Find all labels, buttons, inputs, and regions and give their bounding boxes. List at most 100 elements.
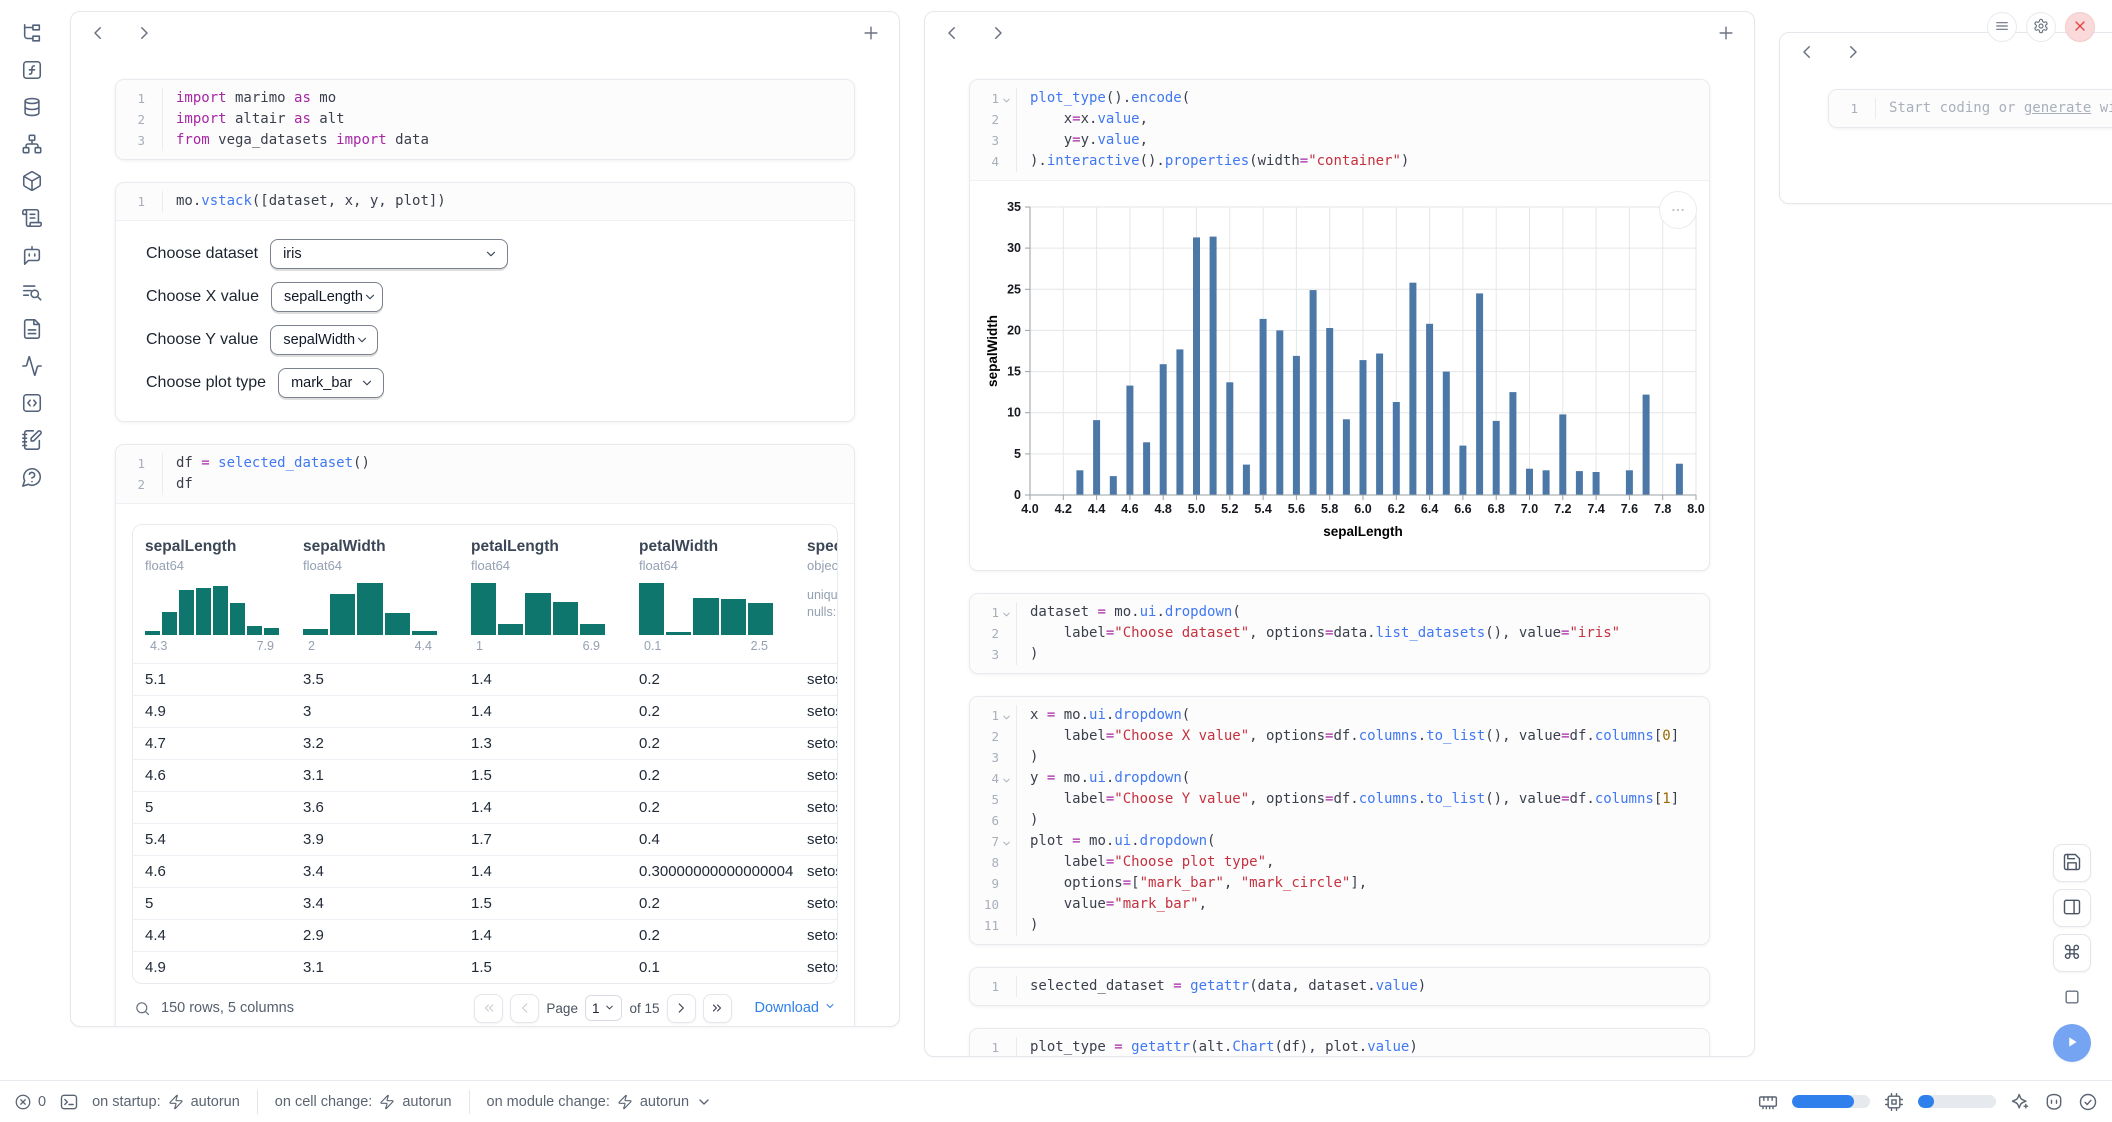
cell-editor[interactable]: 1df = selected_dataset()2df bbox=[116, 445, 854, 503]
chart-actions-button[interactable] bbox=[1659, 191, 1697, 229]
cell-editor[interactable]: 1x = mo.ui.dropdown(2 label="Choose X va… bbox=[970, 697, 1709, 944]
cell-editor[interactable]: 1plot_type().encode(2 x=x.value,3 y=y.va… bbox=[970, 80, 1709, 180]
database-icon[interactable] bbox=[21, 96, 43, 118]
cell-editor[interactable]: 1plot_type = getattr(alt.Chart(df), plot… bbox=[970, 1029, 1709, 1057]
y-value-select[interactable]: sepalWidth bbox=[270, 325, 378, 355]
code-square-icon[interactable] bbox=[21, 392, 43, 414]
search-icon[interactable] bbox=[134, 1000, 151, 1017]
package-icon[interactable] bbox=[21, 170, 43, 192]
column-max: 4.4 bbox=[415, 639, 432, 653]
copilot-icon[interactable] bbox=[2044, 1092, 2064, 1112]
cell-editor[interactable]: 1selected_dataset = getattr(data, datase… bbox=[970, 968, 1709, 1005]
cell-editor[interactable]: 1dataset = mo.ui.dropdown(2 label="Choos… bbox=[970, 594, 1709, 673]
on-module-change-setting[interactable]: on module change:autorun bbox=[487, 1094, 713, 1110]
menu-button[interactable] bbox=[1987, 12, 2017, 42]
keyboard-shortcuts-button[interactable]: ⌘ bbox=[2053, 934, 2091, 972]
svg-text:5.0: 5.0 bbox=[1188, 502, 1205, 516]
on-startup-setting[interactable]: on startup:autorun bbox=[92, 1094, 240, 1110]
dependency-graph-icon[interactable] bbox=[21, 133, 43, 155]
download-button[interactable]: Download bbox=[755, 1000, 837, 1016]
svg-text:4.6: 4.6 bbox=[1121, 502, 1138, 516]
panel-back-button[interactable] bbox=[943, 24, 961, 42]
table-cell: 4.9 bbox=[133, 703, 291, 720]
notebook-cell: 1x = mo.ui.dropdown(2 label="Choose X va… bbox=[969, 696, 1710, 945]
line-number: 5 bbox=[991, 789, 999, 810]
list-search-icon[interactable] bbox=[21, 281, 43, 303]
cell-editor[interactable]: 1mo.vstack([dataset, x, y, plot]) bbox=[116, 183, 854, 220]
chevron-right-icon bbox=[989, 30, 1007, 45]
x-value-select[interactable]: sepalLength bbox=[271, 282, 383, 312]
dropdown-row: Choose plot typemark_bar bbox=[146, 368, 834, 398]
next-page-button[interactable] bbox=[667, 994, 696, 1023]
settings-button[interactable] bbox=[2026, 12, 2056, 42]
svg-text:6.6: 6.6 bbox=[1454, 502, 1471, 516]
frame-button[interactable] bbox=[2053, 979, 2091, 1017]
fold-icon bbox=[1001, 606, 1015, 620]
svg-text:7.8: 7.8 bbox=[1654, 502, 1671, 516]
help-circle-icon[interactable] bbox=[21, 466, 43, 488]
column-max: 2.5 bbox=[751, 639, 768, 653]
dataset-select[interactable]: iris bbox=[270, 239, 508, 269]
table-column-header[interactable]: petalLengthfloat6416.9 bbox=[459, 538, 627, 663]
add-cell-button[interactable] bbox=[1716, 23, 1736, 43]
save-button[interactable] bbox=[2053, 844, 2091, 882]
close-button[interactable] bbox=[2065, 12, 2095, 42]
scroll-icon[interactable] bbox=[21, 207, 43, 229]
run-button[interactable] bbox=[2053, 1024, 2091, 1062]
notebook-pen-icon[interactable] bbox=[21, 429, 43, 451]
plot-type-select[interactable]: mark_bar bbox=[278, 368, 384, 398]
panel-forward-button[interactable] bbox=[1844, 43, 1862, 61]
line-number: 8 bbox=[991, 852, 999, 873]
add-cell-button[interactable] bbox=[861, 23, 881, 43]
activity-icon[interactable] bbox=[21, 355, 43, 377]
scratchpad-cell[interactable]: 1 Start coding or generate with AI bbox=[1828, 89, 2112, 128]
page-select[interactable]: 1 bbox=[585, 995, 623, 1021]
chevron-left-icon bbox=[89, 30, 107, 45]
panel-back-button[interactable] bbox=[89, 24, 107, 42]
last-page-button[interactable] bbox=[703, 994, 732, 1023]
code-line: 2df bbox=[116, 474, 854, 495]
document-icon[interactable] bbox=[21, 318, 43, 340]
table-column-header[interactable]: sepalLengthfloat644.37.9 bbox=[133, 538, 291, 663]
column-name: sepalLength bbox=[145, 538, 291, 556]
terminal-icon[interactable] bbox=[59, 1092, 79, 1112]
on-cell-change-setting[interactable]: on cell change:autorun bbox=[275, 1094, 452, 1110]
chat-bot-icon[interactable] bbox=[21, 244, 43, 266]
column-type: float64 bbox=[145, 558, 291, 573]
ai-sparkles-icon[interactable] bbox=[2010, 1092, 2030, 1112]
table-row: 4.931.40.2setosa bbox=[133, 695, 837, 727]
svg-text:sepalWidth: sepalWidth bbox=[985, 315, 1000, 387]
generate-link[interactable]: generate bbox=[2024, 100, 2091, 116]
line-number: 1 bbox=[137, 453, 145, 474]
prev-page-button[interactable] bbox=[510, 994, 539, 1023]
error-counter[interactable]: 0 bbox=[14, 1093, 46, 1111]
column-max: 6.9 bbox=[583, 639, 600, 653]
notebook-panel: 1import marimo as mo2import altair as al… bbox=[70, 11, 900, 1027]
table-column-header[interactable]: petalWidthfloat640.12.5 bbox=[627, 538, 795, 663]
table-cell: 3.6 bbox=[291, 799, 459, 816]
ram-icon bbox=[1758, 1092, 1778, 1112]
function-square-icon[interactable] bbox=[21, 59, 43, 81]
table-row: 53.61.40.2setosa bbox=[133, 791, 837, 823]
table-column-header[interactable]: sepalWidthfloat6424.4 bbox=[291, 538, 459, 663]
cell-editor[interactable]: 1import marimo as mo2import altair as al… bbox=[116, 80, 854, 159]
chart-output[interactable]: 4.04.24.44.64.85.05.25.45.65.86.06.26.46… bbox=[970, 180, 1709, 570]
column-histogram bbox=[303, 583, 437, 635]
panel-forward-button[interactable] bbox=[989, 24, 1007, 42]
connection-status-icon[interactable] bbox=[2078, 1092, 2098, 1112]
panel-back-button[interactable] bbox=[1798, 43, 1816, 61]
table-cell: 3.2 bbox=[291, 735, 459, 752]
table-cell: 0.2 bbox=[627, 895, 795, 912]
column-min: 1 bbox=[476, 639, 483, 653]
panel-forward-button[interactable] bbox=[135, 24, 153, 42]
table-cell: 4.6 bbox=[133, 767, 291, 784]
table-column-header[interactable]: speciesobjectunique:nulls: bbox=[795, 538, 837, 663]
svg-text:6.4: 6.4 bbox=[1421, 502, 1438, 516]
layout-toggle-button[interactable] bbox=[2053, 889, 2091, 927]
scratchpad-input[interactable]: Start coding or generate with AI bbox=[1875, 98, 2112, 119]
first-page-button[interactable] bbox=[474, 994, 503, 1023]
separator bbox=[469, 1090, 470, 1114]
table-cell: 1.5 bbox=[459, 895, 627, 912]
file-tree-icon[interactable] bbox=[21, 22, 43, 44]
chevron-down-icon bbox=[363, 290, 377, 304]
